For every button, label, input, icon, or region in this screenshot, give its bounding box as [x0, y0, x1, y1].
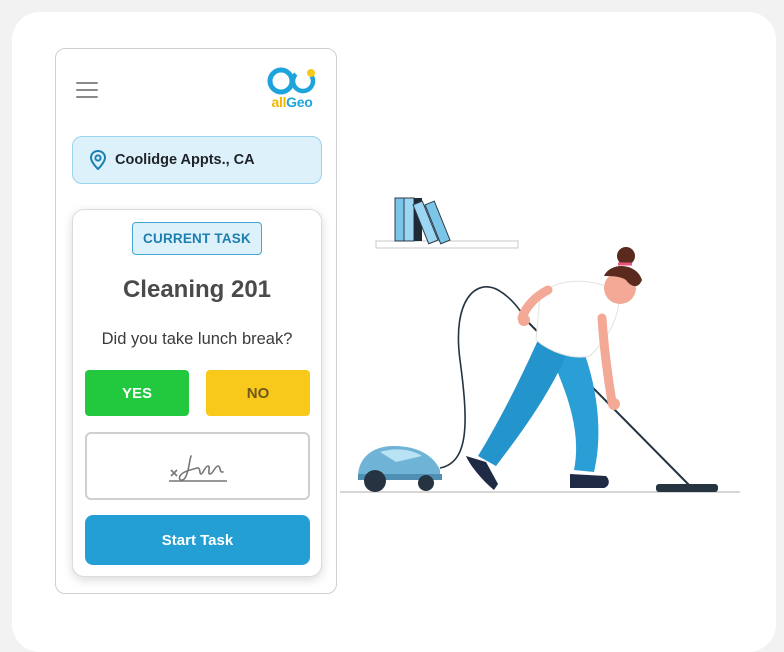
yes-button[interactable]: YES — [85, 370, 189, 416]
signature-field[interactable] — [85, 432, 310, 500]
books-icon — [394, 197, 451, 245]
location-name: Coolidge Appts., CA — [115, 152, 255, 168]
woman-vacuuming-illustration — [340, 197, 740, 493]
location-bar[interactable]: Coolidge Appts., CA — [72, 136, 322, 184]
current-task-badge: CURRENT TASK — [132, 222, 262, 255]
signature-icon — [169, 455, 227, 482]
woman-figure — [466, 247, 642, 490]
no-button[interactable]: NO — [206, 370, 310, 416]
lunch-break-question: Did you take lunch break? — [101, 330, 293, 348]
task-title: Cleaning 201 — [122, 276, 272, 303]
vacuum-head — [656, 484, 718, 492]
allgeo-logo: allGeo — [264, 67, 320, 113]
start-task-button[interactable]: Start Task — [85, 515, 310, 565]
phone-mockup: allGeo Coolidge Appts., CA CURRENT TASK … — [55, 48, 337, 594]
vacuum-cleaner-icon — [358, 446, 442, 492]
menu-icon[interactable] — [76, 82, 98, 98]
location-pin-icon — [89, 150, 107, 170]
shelf — [375, 240, 519, 249]
task-card: CURRENT TASK Cleaning 201 Did you take l… — [72, 209, 322, 577]
logo-rings-icon — [267, 67, 316, 95]
logo-text: allGeo — [271, 94, 313, 110]
